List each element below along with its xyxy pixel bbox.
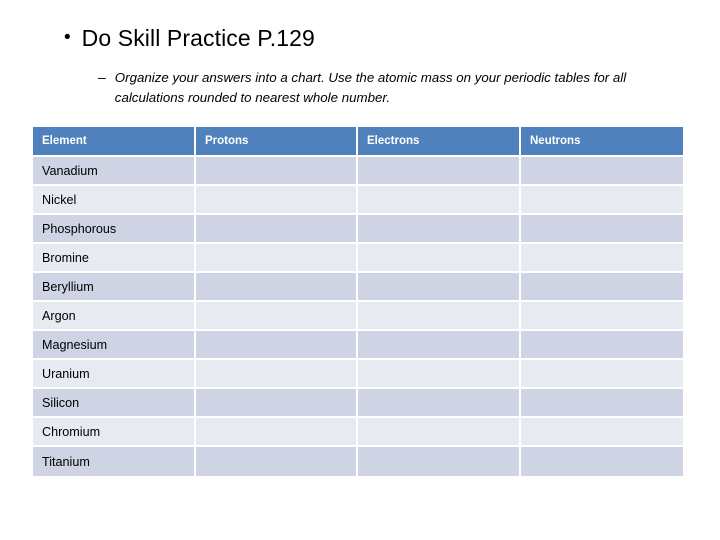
cell-neutrons[interactable] [521, 360, 683, 389]
column-header-electrons: Electrons [358, 127, 521, 157]
table-row: Argon [33, 302, 683, 331]
cell-element: Argon [33, 302, 196, 331]
cell-element: Phosphorous [33, 215, 196, 244]
cell-protons[interactable] [196, 302, 358, 331]
cell-element: Magnesium [33, 331, 196, 360]
column-header-neutrons: Neutrons [521, 127, 683, 157]
cell-neutrons[interactable] [521, 244, 683, 273]
cell-electrons[interactable] [358, 331, 521, 360]
title-bullet: • Do Skill Practice P.129 [64, 25, 684, 52]
table-body: Vanadium Nickel Phosphorous Bromine Bery… [33, 157, 683, 476]
page-title: Do Skill Practice P.129 [81, 25, 315, 51]
cell-element: Chromium [33, 418, 196, 447]
table-row: Silicon [33, 389, 683, 418]
cell-neutrons[interactable] [521, 186, 683, 215]
table-row: Chromium [33, 418, 683, 447]
cell-electrons[interactable] [358, 244, 521, 273]
cell-electrons[interactable] [358, 273, 521, 302]
table-row: Vanadium [33, 157, 683, 186]
cell-electrons[interactable] [358, 215, 521, 244]
cell-neutrons[interactable] [521, 418, 683, 447]
cell-neutrons[interactable] [521, 389, 683, 418]
table-row: Uranium [33, 360, 683, 389]
cell-electrons[interactable] [358, 447, 521, 476]
cell-neutrons[interactable] [521, 302, 683, 331]
column-header-protons: Protons [196, 127, 358, 157]
cell-protons[interactable] [196, 360, 358, 389]
cell-electrons[interactable] [358, 302, 521, 331]
cell-protons[interactable] [196, 215, 358, 244]
table-row: Bromine [33, 244, 683, 273]
column-header-element: Element [33, 127, 196, 157]
cell-element: Titanium [33, 447, 196, 476]
cell-neutrons[interactable] [521, 157, 683, 186]
slide-canvas: • Do Skill Practice P.129 – Organize you… [0, 0, 720, 540]
cell-element: Nickel [33, 186, 196, 215]
sub-bullet: – Organize your answers into a chart. Us… [98, 68, 688, 107]
table-row: Titanium [33, 447, 683, 476]
table-row: Beryllium [33, 273, 683, 302]
table-header-row: Element Protons Electrons Neutrons [33, 127, 683, 157]
table-row: Magnesium [33, 331, 683, 360]
sub-bullet-text: Organize your answers into a chart. Use … [114, 70, 627, 105]
cell-electrons[interactable] [358, 186, 521, 215]
cell-protons[interactable] [196, 331, 358, 360]
bullet-marker-icon: • [64, 27, 71, 48]
dash-marker-icon: – [98, 69, 106, 85]
cell-electrons[interactable] [358, 418, 521, 447]
cell-element: Uranium [33, 360, 196, 389]
cell-protons[interactable] [196, 244, 358, 273]
cell-neutrons[interactable] [521, 273, 683, 302]
cell-protons[interactable] [196, 418, 358, 447]
cell-neutrons[interactable] [521, 215, 683, 244]
table-row: Phosphorous [33, 215, 683, 244]
element-data-table: Element Protons Electrons Neutrons Vanad… [33, 127, 683, 476]
cell-element: Beryllium [33, 273, 196, 302]
cell-electrons[interactable] [358, 389, 521, 418]
cell-electrons[interactable] [358, 360, 521, 389]
cell-neutrons[interactable] [521, 447, 683, 476]
cell-protons[interactable] [196, 186, 358, 215]
cell-element: Silicon [33, 389, 196, 418]
cell-protons[interactable] [196, 273, 358, 302]
cell-neutrons[interactable] [521, 331, 683, 360]
cell-electrons[interactable] [358, 157, 521, 186]
table-row: Nickel [33, 186, 683, 215]
cell-protons[interactable] [196, 389, 358, 418]
cell-element: Bromine [33, 244, 196, 273]
cell-element: Vanadium [33, 157, 196, 186]
cell-protons[interactable] [196, 157, 358, 186]
cell-protons[interactable] [196, 447, 358, 476]
